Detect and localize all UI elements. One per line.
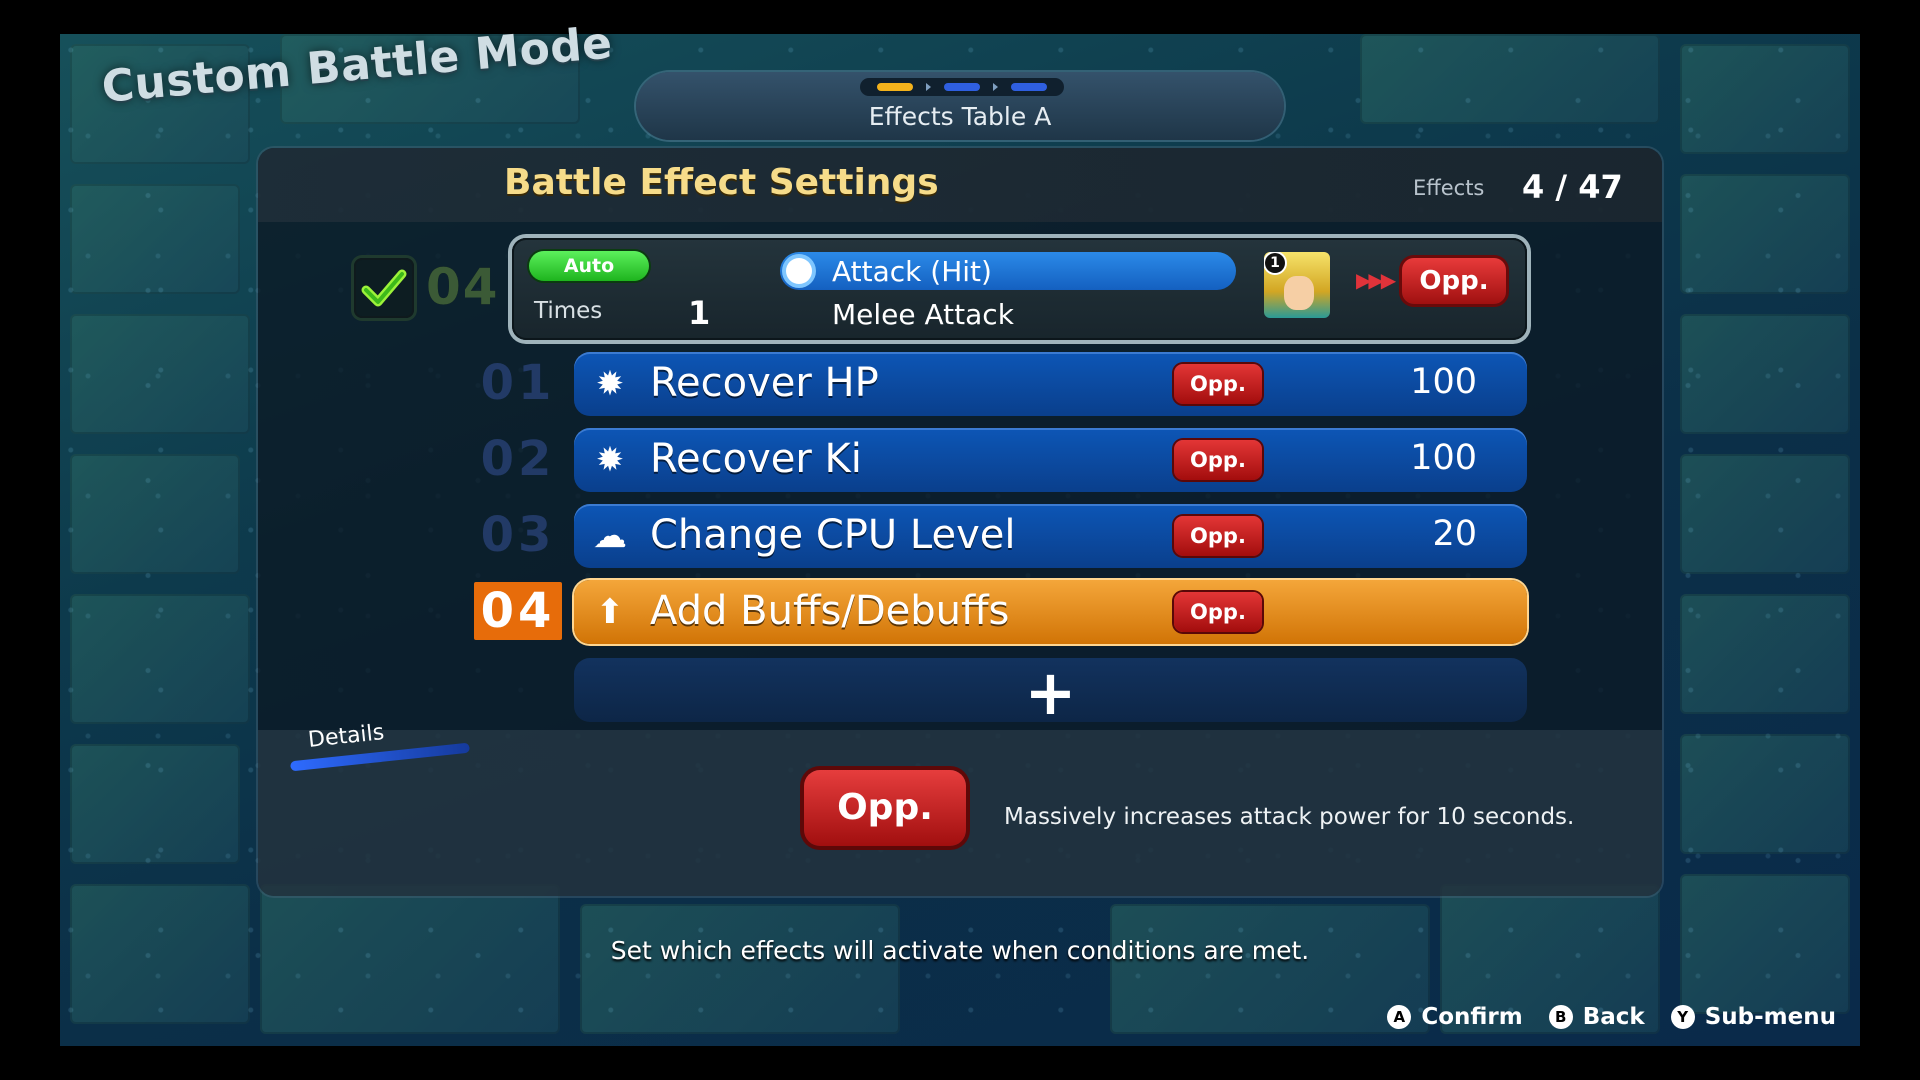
add-effect-button[interactable]: + [574, 656, 1527, 729]
effects-table-label: Effects Table A [868, 102, 1052, 131]
effect-target-badge: Opp. [1174, 364, 1262, 404]
pip-arrow-icon [925, 83, 931, 91]
portrait-face [1284, 276, 1314, 310]
panel-header: Battle Effect Settings Effects 4 / 47 [258, 148, 1662, 222]
target-arrows-icon: ▶▶▶ [1356, 268, 1396, 292]
times-value: 1 [688, 294, 711, 332]
effects-count: 4 / 47 [1522, 168, 1623, 206]
effect-row-label: Add Buffs/Debuffs [650, 588, 1010, 634]
effect-row-label: Change CPU Level [650, 512, 1016, 558]
help-text: Set which effects will activate when con… [610, 936, 1310, 965]
character-portrait: 1 [1264, 252, 1330, 318]
details-description: Massively increases attack power for 10 … [1004, 804, 1575, 830]
effect-row-label: Recover HP [650, 360, 879, 406]
effect-row-label: Recover Ki [650, 436, 862, 482]
pip-arrow-icon [993, 83, 999, 91]
condition-card[interactable]: Auto Times 1 Attack (Hit) Melee Attack 1… [512, 238, 1527, 340]
effects-table-tab[interactable]: Effects Table A [636, 72, 1284, 140]
effect-row-value: 100 [1410, 362, 1477, 402]
panel-title: Battle Effect Settings [504, 162, 939, 203]
page-pip [1011, 83, 1048, 91]
condition-checkbox[interactable] [354, 258, 414, 318]
effect-target-badge: Opp. [1174, 440, 1262, 480]
details-target-badge: Opp. [804, 770, 966, 846]
effect-row-selected[interactable]: 04 ⬆ Add Buffs/Debuffs Opp. [474, 580, 1527, 644]
effect-row-value: 100 [1410, 438, 1477, 478]
gear-icon: ✹ [595, 440, 625, 480]
effect-row-value: 20 [1432, 514, 1477, 554]
trigger-pill: Attack (Hit) [780, 252, 1236, 290]
effects-count-label: Effects [1413, 176, 1485, 200]
button-prompts: A Confirm B Back Y Sub-menu [1387, 1004, 1836, 1030]
page-pip-active [876, 83, 913, 91]
page-pip [943, 83, 980, 91]
effect-row[interactable]: 03 ☁ Change CPU Level Opp. 20 [481, 504, 1527, 568]
condition-target-badge: Opp. [1402, 258, 1506, 304]
back-prompt[interactable]: B Back [1548, 1004, 1645, 1030]
effect-row-number: 03 [480, 507, 556, 563]
effect-target-badge: Opp. [1174, 592, 1262, 632]
checkmark-icon [361, 269, 407, 307]
trigger-label: Attack (Hit) [832, 255, 992, 288]
effect-row-number: 02 [480, 431, 556, 487]
back-label: Back [1582, 1004, 1645, 1030]
condition-number: 04 [426, 258, 500, 316]
trigger-dot-icon [786, 258, 812, 284]
effect-row[interactable]: 01 ✹ Recover HP Opp. 100 [481, 352, 1527, 416]
times-label: Times [534, 298, 603, 324]
trigger-subtype: Melee Attack [832, 298, 1014, 331]
effect-row-number: 04 [474, 582, 562, 640]
effect-target-badge: Opp. [1174, 516, 1262, 556]
portrait-badge: 1 [1265, 253, 1285, 273]
submenu-label: Sub-menu [1704, 1004, 1836, 1030]
b-button-icon: B [1548, 1005, 1573, 1029]
effect-row[interactable]: 02 ✹ Recover Ki Opp. 100 [481, 428, 1527, 492]
page-indicator [860, 78, 1064, 96]
y-button-icon: Y [1670, 1005, 1695, 1029]
effect-row-number: 01 [480, 355, 556, 411]
cloud-icon: ☁ [593, 516, 627, 556]
submenu-prompt[interactable]: Y Sub-menu [1670, 1004, 1836, 1030]
gear-icon: ✹ [595, 364, 625, 404]
up-arrow-icon: ⬆ [595, 592, 625, 632]
confirm-prompt[interactable]: A Confirm [1387, 1004, 1523, 1030]
plus-icon: + [1024, 656, 1077, 729]
a-button-icon: A [1387, 1005, 1412, 1029]
auto-badge: Auto [529, 251, 649, 281]
confirm-label: Confirm [1421, 1004, 1523, 1030]
